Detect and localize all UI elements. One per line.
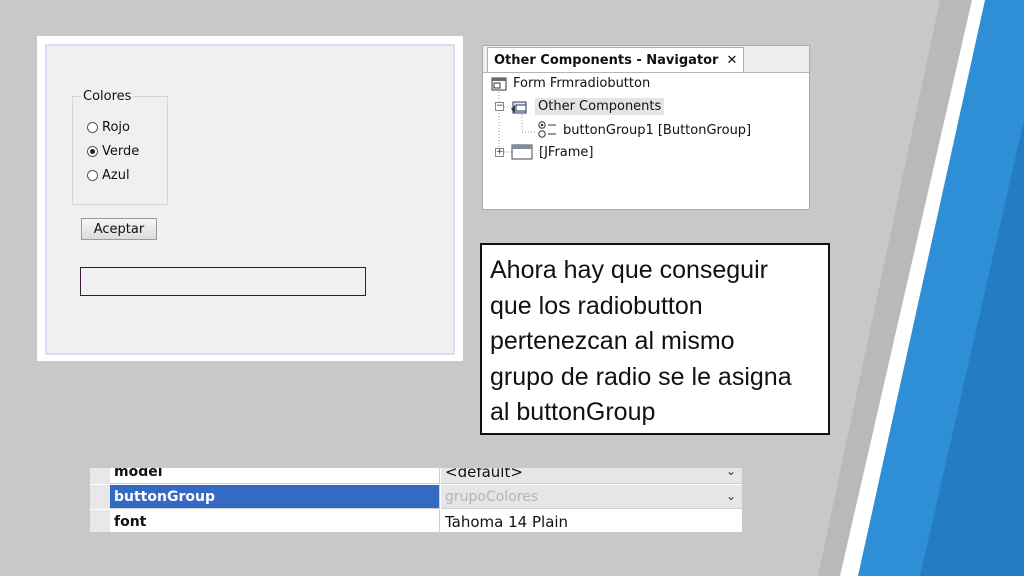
tree-node-other-components[interactable]: Other Components (511, 98, 665, 115)
tree-node-label: buttonGroup1 [ButtonGroup] (563, 122, 752, 138)
property-name: buttonGroup (110, 485, 440, 509)
property-value-dropdown[interactable]: <default> ⌄ (441, 468, 742, 484)
other-components-icon (511, 101, 527, 113)
row-gutter (90, 485, 110, 509)
chevron-down-icon[interactable]: ⌄ (726, 468, 736, 478)
property-name: model (110, 468, 440, 484)
tree-node-label: [JFrame] (539, 144, 594, 160)
tree-node-buttongroup[interactable]: buttonGroup1 [ButtonGroup] (537, 121, 751, 139)
collapse-icon[interactable]: − (495, 102, 504, 111)
callout-line: que los radiobutton (490, 291, 703, 320)
property-value: <default> (445, 468, 523, 481)
property-value-dropdown[interactable]: grupoColores ⌄ (441, 485, 742, 509)
form-preview: Colores Rojo Verde Azul Aceptar (37, 36, 463, 361)
radio-circle[interactable] (87, 122, 98, 133)
property-name: font (110, 510, 440, 532)
tree-node-form[interactable]: Form Frmradiobutton (491, 76, 650, 91)
result-text-field[interactable] (80, 267, 366, 296)
property-value-field[interactable]: Tahoma 14 Plain (441, 510, 742, 532)
expand-icon[interactable]: + (495, 148, 504, 157)
radio-rojo[interactable]: Rojo (87, 120, 130, 135)
tree-node-jframe[interactable]: [JFrame] (511, 144, 593, 160)
radio-label: Azul (102, 168, 130, 183)
tree-node-label: Other Components (535, 98, 665, 115)
radio-label: Rojo (102, 120, 130, 135)
property-value: grupoColores (445, 488, 539, 505)
radio-circle[interactable] (87, 170, 98, 181)
property-row-model[interactable]: model <default> ⌄ (90, 468, 742, 484)
radio-circle-checked[interactable] (87, 146, 98, 157)
callout-line: pertenezcan al mismo (490, 327, 735, 355)
groupbox-title: Colores (81, 89, 134, 104)
radio-verde[interactable]: Verde (87, 144, 139, 159)
callout-line: grupo de radio se le asigna (490, 362, 792, 391)
row-gutter (90, 510, 110, 532)
radio-azul[interactable]: Azul (87, 168, 130, 183)
row-gutter (90, 468, 110, 484)
callout-line: al buttonGroup (490, 398, 656, 426)
jframe-icon (511, 144, 533, 160)
property-row-buttongroup[interactable]: buttonGroup grupoColores ⌄ (90, 485, 742, 509)
form-icon (491, 77, 507, 90)
radio-label: Verde (102, 144, 140, 159)
navigator-panel: Other Components - Navigator ✕ Form Frmr… (482, 45, 810, 210)
tree-node-label: Form Frmradiobutton (513, 76, 651, 91)
property-row-font[interactable]: font Tahoma 14 Plain (90, 510, 742, 532)
button-group-icon (538, 121, 556, 138)
property-sheet: model <default> ⌄ buttonGroup grupoColor… (90, 468, 742, 532)
property-value: Tahoma 14 Plain (445, 512, 569, 531)
chevron-down-icon[interactable]: ⌄ (726, 489, 736, 503)
explanation-callout: Ahora hay que conseguir que los radiobut… (480, 243, 830, 435)
accept-button[interactable]: Aceptar (81, 218, 157, 240)
callout-line: Ahora hay que conseguir (490, 256, 768, 284)
form-content: Colores Rojo Verde Azul Aceptar (45, 44, 455, 355)
